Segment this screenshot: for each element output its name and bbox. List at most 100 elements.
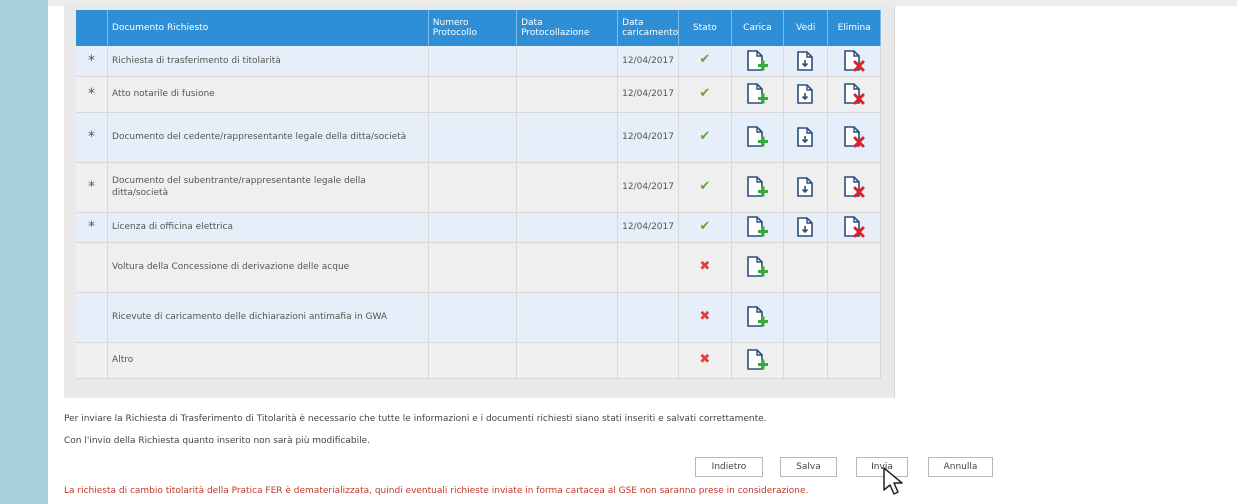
carica-cell: [731, 46, 785, 77]
stato-cell: ✖: [678, 242, 732, 293]
table-row: Voltura della Concessione di derivazione…: [76, 242, 881, 293]
save-button[interactable]: Salva: [780, 457, 837, 477]
view-document-icon[interactable]: [794, 82, 818, 106]
data-caricamento: [617, 292, 680, 343]
delete-document-icon[interactable]: [842, 82, 866, 106]
required-marker: [76, 292, 109, 343]
document-name: Altro: [107, 342, 429, 379]
mouse-pointer-icon: [883, 467, 903, 495]
view-document-icon[interactable]: [794, 175, 818, 199]
table-header-row: Documento Richiesto Numero Protocollo Da…: [76, 10, 881, 46]
vedi-cell: [783, 162, 829, 213]
required-marker: *: [76, 76, 109, 113]
data-protocollazione: [516, 242, 619, 293]
document-name: Documento del cedente/rappresentante leg…: [107, 112, 429, 163]
elimina-cell: [827, 162, 881, 213]
vedi-cell: [783, 242, 829, 293]
document-name: Documento del subentrante/rappresentante…: [107, 162, 429, 213]
vedi-cell: [783, 212, 829, 243]
table-row: Ricevute di caricamento delle dichiarazi…: [76, 292, 881, 343]
back-button[interactable]: Indietro: [695, 457, 763, 477]
header-data-protocollazione: Data Protocollazione: [516, 10, 619, 46]
document-name: Licenza di officina elettrica: [107, 212, 429, 243]
delete-document-icon[interactable]: [842, 125, 866, 149]
data-protocollazione: [516, 292, 619, 343]
x-mark-icon: ✖: [699, 308, 711, 324]
data-protocollazione: [516, 112, 619, 163]
upload-document-icon[interactable]: [745, 255, 769, 279]
vedi-cell: [783, 112, 829, 163]
elimina-cell: [827, 112, 881, 163]
table-row: * Richiesta di trasferimento di titolarit…: [76, 46, 881, 77]
dematerialization-notice: La richiesta di cambio titolarità della …: [64, 486, 809, 496]
data-protocollazione: [516, 46, 619, 77]
carica-cell: [731, 162, 785, 213]
carica-cell: [731, 292, 785, 343]
info-not-editable-text: Con l'invio della Richiesta quanto inser…: [64, 436, 371, 446]
required-marker: *: [76, 112, 109, 163]
data-caricamento: 12/04/2017: [617, 46, 680, 77]
document-name: Richiesta di trasferimento di titolarità: [107, 46, 429, 77]
table-row: * Documento del subentrante/rappresentant…: [76, 162, 881, 213]
table-row: Altro ✖: [76, 342, 881, 379]
upload-document-icon[interactable]: [745, 348, 769, 372]
upload-document-icon[interactable]: [745, 175, 769, 199]
document-name: Voltura della Concessione di derivazione…: [107, 242, 429, 293]
left-sidebar-strip: [0, 0, 48, 504]
stato-cell: ✔: [678, 76, 732, 113]
carica-cell: [731, 76, 785, 113]
delete-document-icon[interactable]: [842, 175, 866, 199]
numero-protocollo: [428, 342, 518, 379]
view-document-icon[interactable]: [794, 49, 818, 73]
checkmark-icon: ✔: [699, 178, 711, 194]
checkmark-icon: ✔: [699, 218, 711, 234]
upload-document-icon[interactable]: [745, 82, 769, 106]
data-caricamento: [617, 242, 680, 293]
checkmark-icon: ✔: [699, 128, 711, 144]
numero-protocollo: [428, 162, 518, 213]
vedi-cell: [783, 292, 829, 343]
required-marker: [76, 342, 109, 379]
view-document-icon[interactable]: [794, 125, 818, 149]
x-mark-icon: ✖: [699, 258, 711, 274]
data-protocollazione: [516, 76, 619, 113]
stato-cell: ✔: [678, 46, 732, 77]
header-elimina: Elimina: [827, 10, 881, 46]
upload-document-icon[interactable]: [745, 125, 769, 149]
table-row: * Licenza di officina elettrica 12/04/2017…: [76, 212, 881, 243]
stato-cell: ✖: [678, 342, 732, 379]
numero-protocollo: [428, 242, 518, 293]
vedi-cell: [783, 46, 829, 77]
required-marker: [76, 242, 109, 293]
elimina-cell: [827, 342, 881, 379]
stato-cell: ✔: [678, 162, 732, 213]
table-row: * Documento del cedente/rappresentante le…: [76, 112, 881, 163]
document-name: Ricevute di caricamento delle dichiarazi…: [107, 292, 429, 343]
document-name: Atto notarile di fusione: [107, 76, 429, 113]
data-caricamento: 12/04/2017: [617, 112, 680, 163]
delete-document-icon[interactable]: [842, 49, 866, 73]
elimina-cell: [827, 46, 881, 77]
carica-cell: [731, 342, 785, 379]
header-data-caricamento: Data caricamento: [617, 10, 680, 46]
data-caricamento: 12/04/2017: [617, 76, 680, 113]
delete-document-icon[interactable]: [842, 215, 866, 239]
vedi-cell: [783, 76, 829, 113]
numero-protocollo: [428, 292, 518, 343]
carica-cell: [731, 242, 785, 293]
stato-cell: ✖: [678, 292, 732, 343]
data-protocollazione: [516, 342, 619, 379]
cancel-button[interactable]: Annulla: [928, 457, 993, 477]
documents-table: Documento Richiesto Numero Protocollo Da…: [76, 10, 881, 379]
upload-document-icon[interactable]: [745, 305, 769, 329]
x-mark-icon: ✖: [699, 351, 711, 367]
stato-cell: ✔: [678, 112, 732, 163]
numero-protocollo: [428, 76, 518, 113]
elimina-cell: [827, 76, 881, 113]
data-caricamento: [617, 342, 680, 379]
upload-document-icon[interactable]: [745, 49, 769, 73]
view-document-icon[interactable]: [794, 215, 818, 239]
header-required: [76, 10, 109, 46]
upload-document-icon[interactable]: [745, 215, 769, 239]
numero-protocollo: [428, 212, 518, 243]
